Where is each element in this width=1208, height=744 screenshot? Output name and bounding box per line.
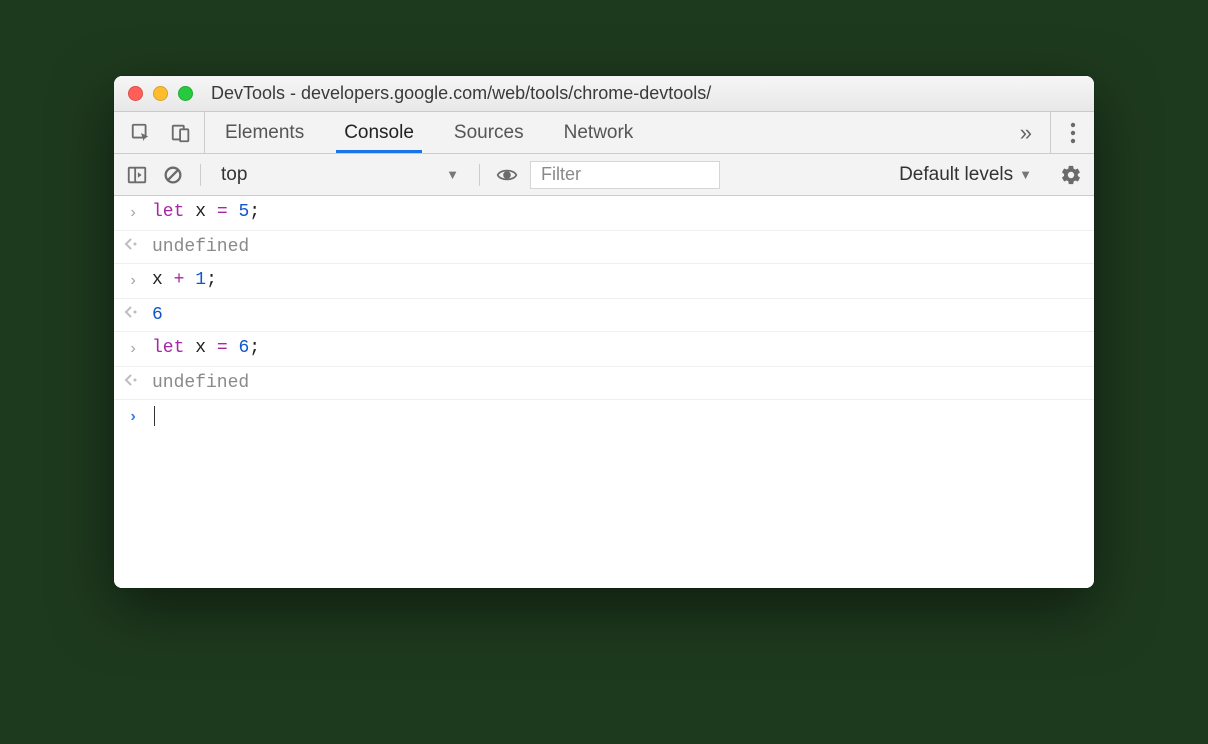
console-toolbar: top ▼ Default levels ▼ xyxy=(114,154,1094,196)
console-output-row: 6 xyxy=(114,299,1094,332)
chevron-down-icon: ▼ xyxy=(446,167,459,182)
tab-label: Network xyxy=(564,122,634,144)
close-window-button[interactable] xyxy=(128,86,143,101)
tab-label: Sources xyxy=(454,122,524,144)
console-input-text: let x = 6; xyxy=(152,338,260,358)
console-input-row: › let x = 5; xyxy=(114,196,1094,231)
chevron-right-icon: › xyxy=(124,270,142,292)
titlebar: DevTools - developers.google.com/web/too… xyxy=(114,76,1094,112)
chevron-left-icon xyxy=(124,305,142,319)
settings-icon[interactable] xyxy=(1058,162,1084,188)
console-prompt-row: › xyxy=(114,400,1094,434)
console-input-text xyxy=(152,406,155,427)
filter-input[interactable] xyxy=(530,161,720,189)
context-selector[interactable]: top ▼ xyxy=(215,164,465,186)
divider xyxy=(479,164,480,186)
tab-sources[interactable]: Sources xyxy=(434,112,544,153)
text-cursor xyxy=(154,406,155,426)
console-input-row: › let x = 6; xyxy=(114,332,1094,367)
fullscreen-window-button[interactable] xyxy=(178,86,193,101)
context-label: top xyxy=(221,164,247,186)
console-output-text: undefined xyxy=(152,237,249,257)
window-title: DevTools - developers.google.com/web/too… xyxy=(211,83,711,104)
chevron-left-icon xyxy=(124,237,142,251)
tab-network[interactable]: Network xyxy=(544,112,654,153)
chevron-right-icon: › xyxy=(124,338,142,360)
live-expression-icon[interactable] xyxy=(494,162,520,188)
prompt-chevron-icon: › xyxy=(124,406,142,428)
chevron-down-icon: ▼ xyxy=(1019,167,1032,182)
tabs-overflow-button[interactable]: » xyxy=(1002,112,1050,153)
devtools-window: DevTools - developers.google.com/web/too… xyxy=(114,76,1094,588)
toggle-sidebar-icon[interactable] xyxy=(124,162,150,188)
inspect-element-icon[interactable] xyxy=(128,120,154,146)
kebab-menu-button[interactable] xyxy=(1050,112,1094,153)
console-output-text: 6 xyxy=(152,305,163,325)
kebab-icon xyxy=(1070,122,1076,144)
tab-label: Console xyxy=(344,122,414,144)
tabs: Elements Console Sources Network xyxy=(205,112,1002,153)
console-output-row: undefined xyxy=(114,231,1094,264)
console-input-row: › x + 1; xyxy=(114,264,1094,299)
divider xyxy=(200,164,201,186)
tab-label: Elements xyxy=(225,122,304,144)
console-body[interactable]: › let x = 5; undefined › x + 1; 6 › let x = 6; u… xyxy=(114,196,1094,588)
console-output-row: undefined xyxy=(114,367,1094,400)
chevron-right-icon: › xyxy=(124,202,142,224)
console-input-text: x + 1; xyxy=(152,270,217,290)
chevron-left-icon xyxy=(124,373,142,387)
clear-console-icon[interactable] xyxy=(160,162,186,188)
levels-label: Default levels xyxy=(899,164,1013,186)
tabs-bar: Elements Console Sources Network » xyxy=(114,112,1094,154)
tab-console[interactable]: Console xyxy=(324,112,434,153)
console-output-text: undefined xyxy=(152,373,249,393)
log-levels-selector[interactable]: Default levels ▼ xyxy=(899,164,1032,186)
minimize-window-button[interactable] xyxy=(153,86,168,101)
tab-elements[interactable]: Elements xyxy=(205,112,324,153)
console-input-text: let x = 5; xyxy=(152,202,260,222)
double-chevron-right-icon: » xyxy=(1020,120,1032,146)
traffic-lights xyxy=(128,86,193,101)
device-toolbar-icon[interactable] xyxy=(168,120,194,146)
